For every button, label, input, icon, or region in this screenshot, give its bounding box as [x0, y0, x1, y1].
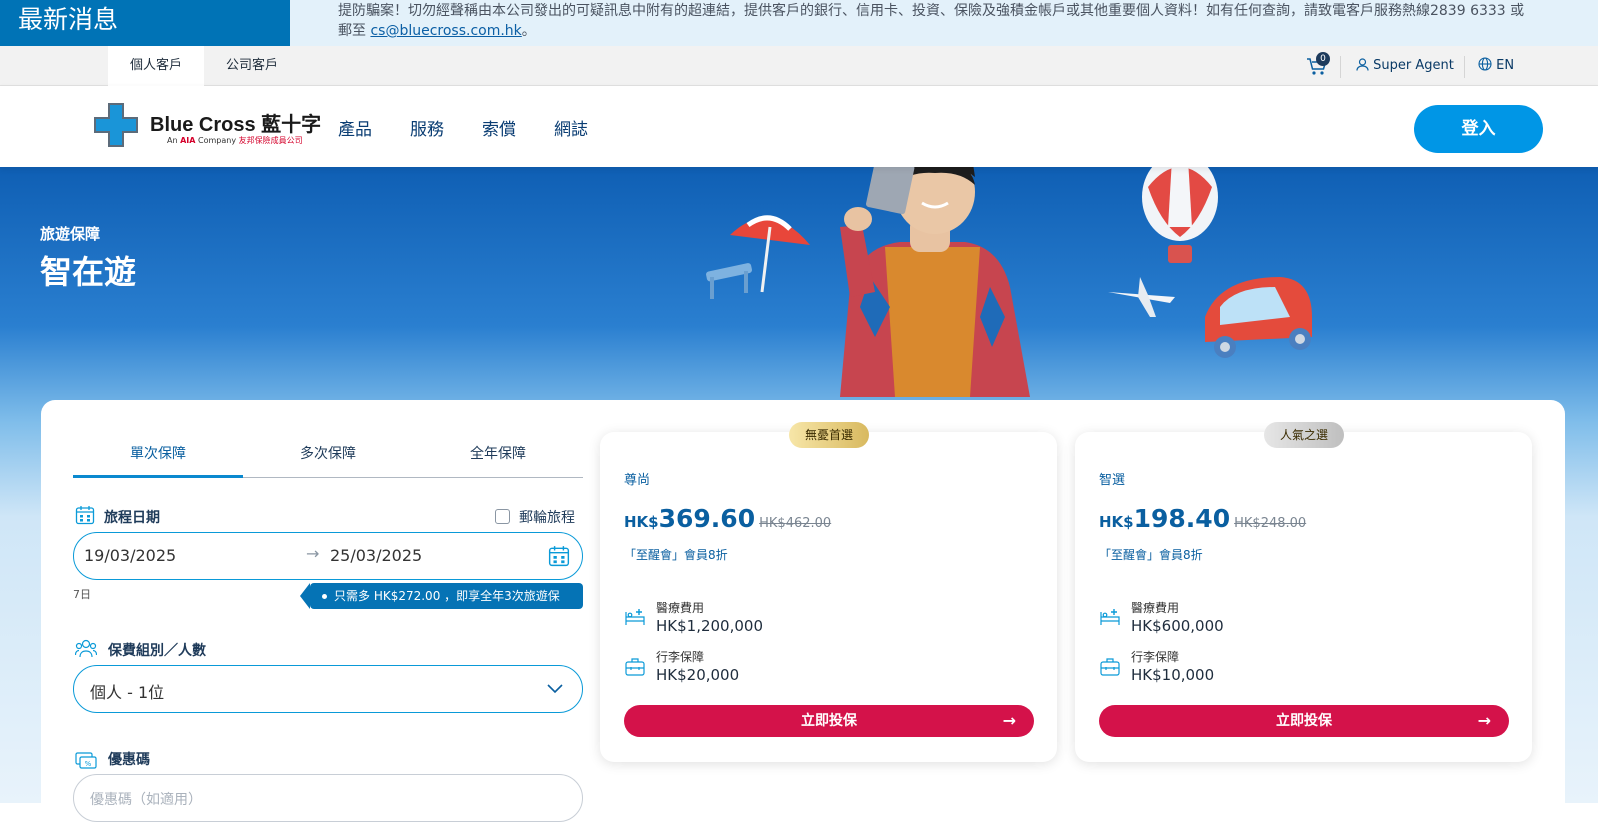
- nav-products[interactable]: 產品: [338, 115, 372, 140]
- news-text: 提防騙案！切勿經聲稱由本公司發出的可疑訊息中附有的超連結，提供客戶的銀行、信用卡…: [338, 1, 1598, 41]
- coupon-label: 優惠碼: [108, 752, 150, 768]
- date-arrow: →: [306, 544, 320, 563]
- price-currency: HK$: [1099, 513, 1134, 531]
- tab-annual[interactable]: 全年保障: [413, 432, 583, 478]
- luggage-icon: [625, 658, 645, 676]
- news-email-link[interactable]: cs@bluecross.com.hk: [370, 23, 521, 39]
- plan-name: 智選: [1099, 473, 1126, 488]
- people-icon: [75, 639, 97, 658]
- divider: [1340, 56, 1341, 78]
- plan-price: HK$198.40 HK$248.00: [1099, 504, 1306, 533]
- language-label: EN: [1496, 58, 1515, 73]
- baggage-value: HK$10,000: [1131, 666, 1215, 684]
- baggage-label: 行李保障: [656, 650, 705, 664]
- main-header: Blue Cross 藍十字 An AIA Company 友邦保險成員公司 產…: [0, 86, 1598, 167]
- globe-icon: [1478, 57, 1492, 71]
- trip-date-range[interactable]: 19/03/2025 → 25/03/2025: [73, 532, 583, 580]
- logo-sub-pre: An: [167, 136, 181, 145]
- plan-badge: 人氣之選: [1264, 422, 1344, 448]
- news-message-2: 郵至: [338, 23, 371, 39]
- annual-upsell-tag[interactable]: 只需多 HK$272.00 ，即享全年3次旅遊保障！: [300, 583, 583, 629]
- super-agent-label: Super Agent: [1373, 58, 1454, 73]
- logo-sub-cn: 友邦保險成員公司: [238, 136, 303, 145]
- apply-label: 立即投保: [1276, 713, 1332, 729]
- nav-blog[interactable]: 網誌: [554, 115, 588, 140]
- end-date-field[interactable]: 25/03/2025: [330, 546, 422, 565]
- blue-cross-emblem-icon: [94, 103, 138, 147]
- group-select[interactable]: 個人 - 1位: [73, 665, 583, 713]
- medical-value: HK$1,200,000: [656, 617, 763, 635]
- tab-single-trip[interactable]: 單次保障: [73, 432, 243, 478]
- medical-bed-icon: [1100, 609, 1120, 625]
- news-label: 最新消息: [0, 0, 290, 46]
- tab-personal[interactable]: 個人客戶: [108, 46, 204, 86]
- hero-title: 智在遊: [40, 253, 137, 291]
- apply-now-button[interactable]: 立即投保 →: [1099, 705, 1509, 737]
- orig-currency: HK$: [1234, 516, 1261, 531]
- orig-currency: HK$: [759, 516, 786, 531]
- chevron-down-icon: [547, 684, 563, 694]
- hero-subtitle: 旅遊保障: [40, 225, 101, 243]
- price-currency: HK$: [624, 513, 659, 531]
- group-select-value: 個人 - 1位: [90, 683, 165, 702]
- coupon-input[interactable]: 優惠碼（如適用）: [73, 774, 583, 822]
- medical-value: HK$600,000: [1131, 617, 1224, 635]
- logo-subtitle: An AIA Company 友邦保險成員公司: [167, 135, 303, 146]
- calendar-picker-icon[interactable]: [548, 545, 570, 567]
- hero-illustration: [706, 167, 1312, 397]
- bluecross-logo[interactable]: Blue Cross 藍十字 An AIA Company 友邦保險成員公司: [92, 101, 321, 149]
- plan-card-smart: 人氣之選 智選 HK$198.40 HK$248.00 「至醒會」會員8折 醫療費…: [1075, 422, 1532, 762]
- coupon-icon: %: [75, 752, 97, 769]
- medical-label: 醫療費用: [656, 601, 705, 615]
- apply-label: 立即投保: [801, 713, 857, 729]
- trip-date-label: 旅程日期: [104, 510, 160, 526]
- medical-bed-icon: [625, 609, 645, 625]
- original-price: HK$248.00: [1234, 516, 1306, 531]
- baggage-value: HK$20,000: [656, 666, 740, 684]
- logo-sub-post: Company: [195, 136, 237, 145]
- news-bar: 最新消息 提防騙案！切勿經聲稱由本公司發出的可疑訊息中附有的超連結，提供客戶的銀…: [0, 0, 1598, 46]
- news-suffix: 。: [521, 23, 536, 39]
- price-amount: 369.60: [658, 504, 756, 533]
- arrow-right-icon: →: [1477, 711, 1491, 730]
- customer-type-bar: 個人客戶 公司客戶 0 Super Agent EN: [0, 46, 1598, 86]
- cruise-checkbox[interactable]: [495, 509, 510, 524]
- group-label: 保費組別／人數: [108, 643, 206, 659]
- divider: [1464, 56, 1465, 78]
- svg-text:%: %: [85, 760, 92, 768]
- luggage-icon: [1100, 658, 1120, 676]
- language-switch[interactable]: EN: [1478, 46, 1514, 86]
- news-message: 提防騙案！切勿經聲稱由本公司發出的可疑訊息中附有的超連結，提供客戶的銀行、信用卡…: [338, 3, 1525, 19]
- price-amount: 198.40: [1133, 504, 1231, 533]
- bullet-dot: [322, 594, 327, 599]
- trip-days: 7日: [73, 588, 91, 601]
- orig-amount: 248.00: [1260, 516, 1307, 531]
- tab-multi-trip[interactable]: 多次保障: [243, 432, 413, 478]
- medical-label: 醫療費用: [1131, 601, 1180, 615]
- nav-services[interactable]: 服務: [410, 115, 444, 140]
- tab-corporate[interactable]: 公司客戶: [204, 46, 300, 86]
- original-price: HK$462.00: [759, 516, 831, 531]
- baggage-label: 行李保障: [1131, 650, 1180, 664]
- start-date-field[interactable]: 19/03/2025: [84, 546, 176, 565]
- plan-badge: 無憂首選: [789, 422, 869, 448]
- super-agent-link[interactable]: Super Agent: [1356, 46, 1454, 86]
- plan-name: 尊尚: [624, 473, 651, 488]
- plan-card-premier: 無憂首選 尊尚 HK$369.60 HK$462.00 「至醒會」會員8折 醫療費…: [600, 422, 1057, 762]
- cruise-label: 郵輪旅程: [519, 510, 575, 526]
- logo-title: Blue Cross 藍十字: [150, 114, 322, 136]
- user-icon: [1356, 58, 1369, 71]
- apply-now-button[interactable]: 立即投保 →: [624, 705, 1034, 737]
- login-button[interactable]: 登入: [1414, 105, 1543, 153]
- orig-amount: 462.00: [785, 516, 832, 531]
- member-discount: 「至醒會」會員8折: [624, 548, 728, 562]
- plan-price: HK$369.60 HK$462.00: [624, 504, 831, 533]
- member-discount: 「至醒會」會員8折: [1099, 548, 1203, 562]
- logo-sub-aia: AIA: [180, 136, 196, 145]
- calendar-icon: [75, 506, 95, 525]
- coverage-tabs: 單次保障 多次保障 全年保障: [73, 432, 583, 478]
- arrow-right-icon: →: [1002, 711, 1016, 730]
- nav-claims[interactable]: 索償: [482, 115, 516, 140]
- cart-count-badge: 0: [1316, 52, 1330, 66]
